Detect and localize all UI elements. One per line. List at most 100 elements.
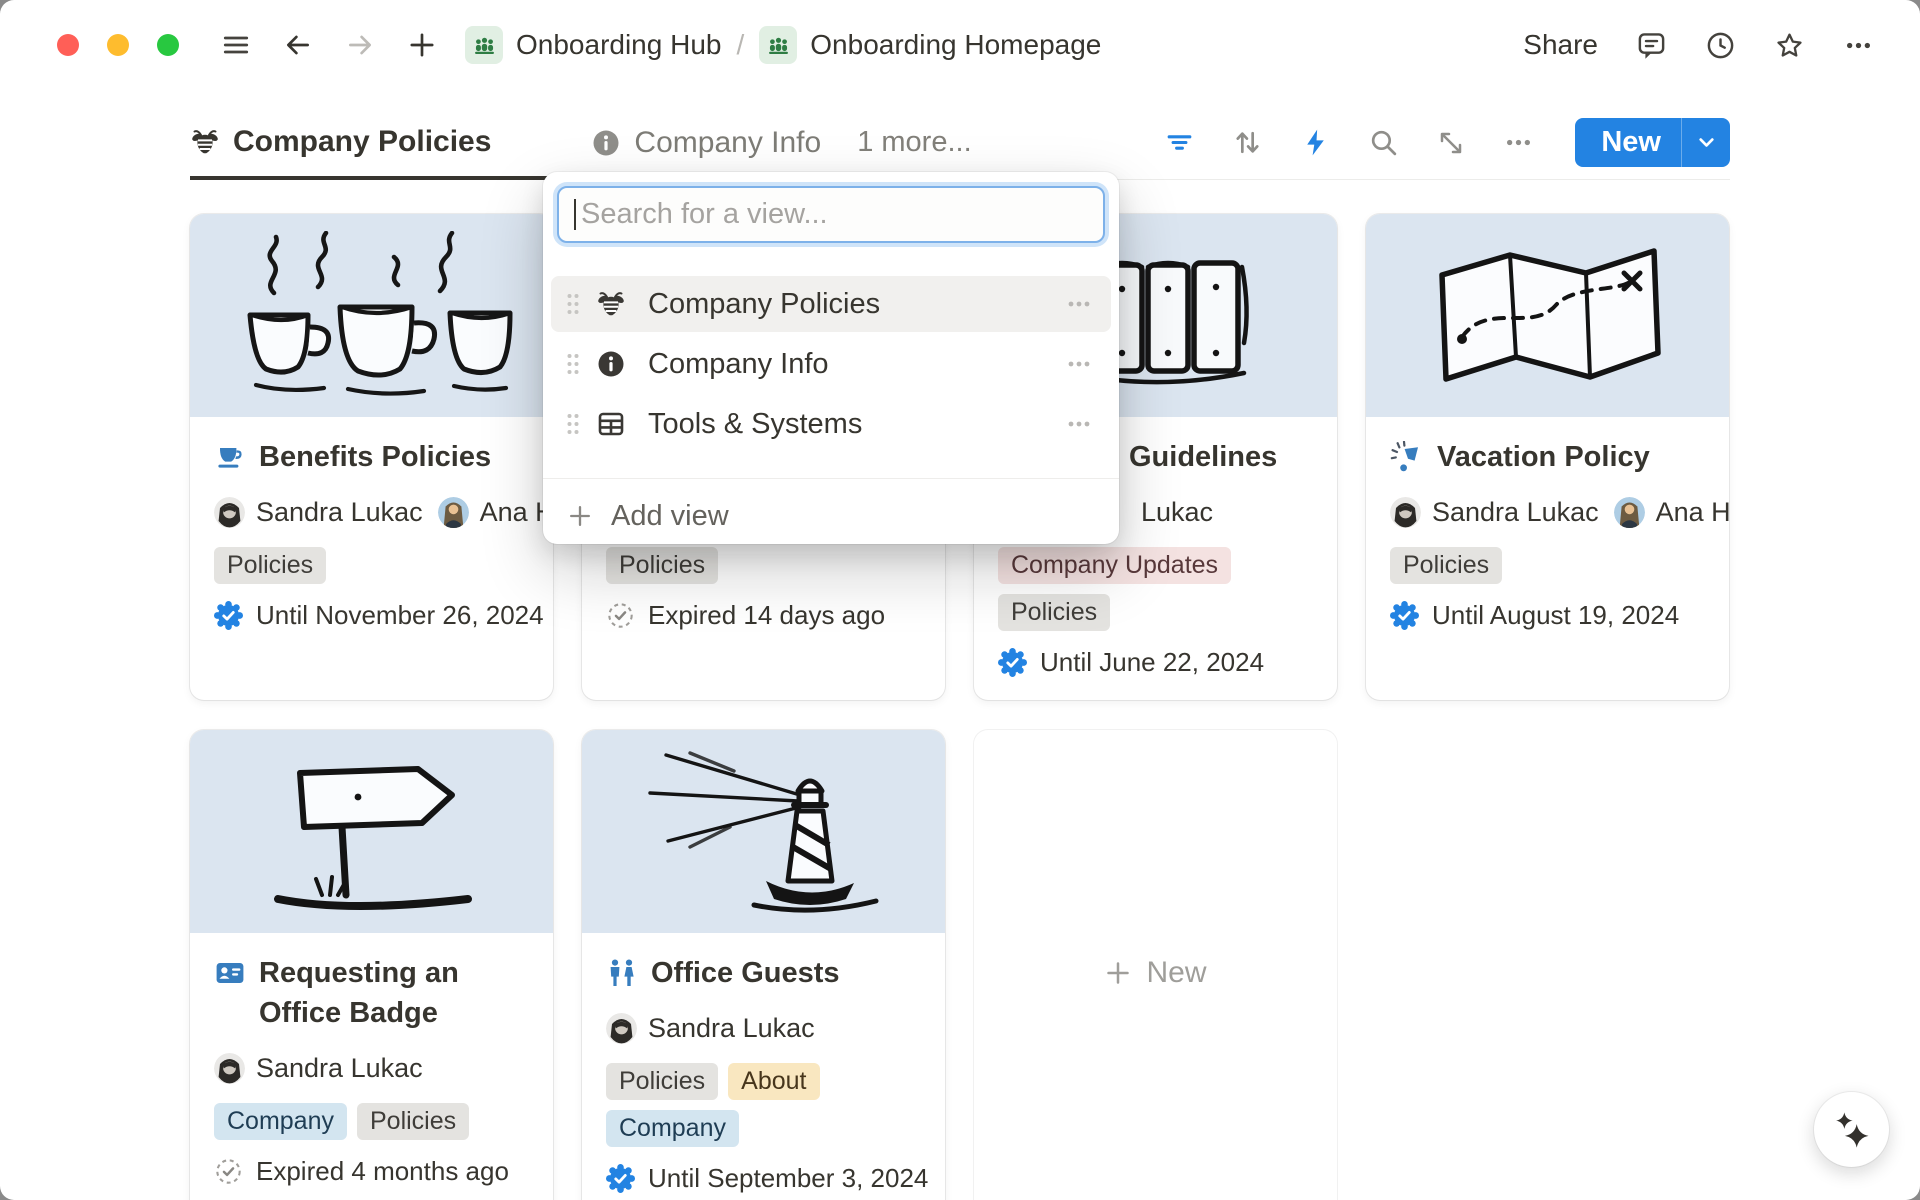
sort-button[interactable] <box>1232 127 1263 158</box>
new-page-button[interactable] <box>407 30 437 60</box>
bee-icon <box>190 127 220 157</box>
drag-handle-icon[interactable] <box>565 411 581 437</box>
map-illustration <box>1428 241 1668 391</box>
tag: Policies <box>606 547 718 584</box>
view-item-company-policies[interactable]: Company Policies <box>551 276 1111 332</box>
tag: Company <box>214 1103 347 1140</box>
card-cover-signpost-illustration <box>190 730 553 933</box>
card-title: Benefits Policies <box>259 437 491 477</box>
table-icon <box>596 409 626 439</box>
drag-handle-icon[interactable] <box>565 351 581 377</box>
search-view-button[interactable] <box>1368 127 1399 158</box>
ellipsis-icon <box>1065 410 1093 438</box>
person: Ana Hau <box>1614 497 1729 528</box>
tag: Policies <box>357 1103 469 1140</box>
breadcrumb-separator: / <box>736 29 744 61</box>
favorite-button[interactable] <box>1774 30 1805 61</box>
back-button[interactable] <box>283 30 313 60</box>
ellipsis-icon <box>1065 290 1093 318</box>
sort-arrows-icon <box>1232 127 1263 158</box>
new-card-placeholder[interactable]: New <box>974 730 1337 1200</box>
breadcrumb-item-homepage[interactable]: Onboarding Homepage <box>810 29 1101 61</box>
avatar-sandra <box>214 497 245 528</box>
view-options-button[interactable] <box>1503 127 1534 158</box>
lighthouse-illustration <box>614 747 914 917</box>
card-cover-lighthouse-illustration <box>582 730 945 933</box>
card-tags: Company Updates Policies <box>998 547 1323 631</box>
popover-divider <box>543 478 1119 479</box>
card-people: Sandra Lukac <box>214 1049 553 1087</box>
avatar-sandra <box>1390 497 1421 528</box>
view-item-more-button[interactable] <box>1061 346 1097 382</box>
person: Sandra Lukac <box>606 1013 815 1044</box>
drag-handle-icon[interactable] <box>565 291 581 317</box>
avatar-sandra <box>606 1013 637 1044</box>
add-view-button[interactable]: Add view <box>567 490 729 542</box>
search-icon <box>1368 127 1399 158</box>
filter-button[interactable] <box>1164 127 1195 158</box>
text-caret <box>574 199 576 230</box>
view-item-company-info[interactable]: Company Info <box>551 336 1111 392</box>
card-status: Until September 3, 2024 <box>606 1163 941 1194</box>
tab-company-policies[interactable]: Company Policies <box>190 107 555 180</box>
verified-badge-icon <box>214 601 243 630</box>
automations-button[interactable] <box>1300 127 1331 158</box>
view-list: Company Policies Company Info Tools & Sy… <box>551 276 1111 456</box>
person: Ana Ha <box>438 497 553 528</box>
card-vacation-policy[interactable]: Vacation Policy Sandra Lukac Ana Hau Pol… <box>1366 214 1729 700</box>
card-tags: Policies <box>606 547 931 584</box>
tab-company-info[interactable]: Company Info <box>591 106 821 179</box>
more-views-button[interactable]: 1 more... <box>857 126 971 159</box>
card-office-guests[interactable]: Office Guests Sandra Lukac Policies Abou… <box>582 730 945 1200</box>
card-title: Office Guests <box>651 953 840 993</box>
view-switcher-popover: Company Policies Company Info Tools & Sy… <box>543 172 1119 544</box>
share-button[interactable]: Share <box>1523 29 1598 61</box>
view-item-more-button[interactable] <box>1061 286 1097 322</box>
expand-view-button[interactable] <box>1436 128 1466 158</box>
person: Sandra Lukac <box>214 497 423 528</box>
card-office-badge[interactable]: Requesting an Office Badge Sandra Lukac … <box>190 730 553 1200</box>
ellipsis-icon <box>1065 350 1093 378</box>
app-window: Onboarding Hub / Onboarding Homepage Sha… <box>0 0 1920 1200</box>
tag: Company Updates <box>998 547 1231 584</box>
expired-check-icon <box>606 601 635 630</box>
new-button[interactable]: New <box>1575 118 1681 167</box>
view-item-more-button[interactable] <box>1061 406 1097 442</box>
hamburger-icon <box>221 30 251 60</box>
two-people-icon <box>606 957 638 989</box>
zoom-window-button[interactable] <box>157 34 179 56</box>
sidebar-menu-button[interactable] <box>221 30 251 60</box>
card-benefits-policies[interactable]: Benefits Policies Sandra Lukac Ana Ha Po… <box>190 214 553 700</box>
history-button[interactable] <box>1705 30 1736 61</box>
comments-button[interactable] <box>1636 30 1667 61</box>
info-icon <box>591 128 621 158</box>
ellipsis-icon <box>1843 30 1874 61</box>
close-window-button[interactable] <box>57 34 79 56</box>
tag: About <box>728 1063 819 1100</box>
card-people: Sandra Lukac Ana Hau <box>1390 493 1729 531</box>
breadcrumb: Onboarding Hub / Onboarding Homepage <box>465 26 1101 64</box>
chevron-down-icon <box>1693 129 1720 156</box>
tab-label: Company Info <box>634 126 821 160</box>
bee-icon <box>596 289 626 319</box>
view-item-tools-systems[interactable]: Tools & Systems <box>551 396 1111 452</box>
minimize-window-button[interactable] <box>107 34 129 56</box>
title-bar: Onboarding Hub / Onboarding Homepage Sha… <box>0 0 1920 90</box>
person: Sandra Lukac <box>214 1053 423 1084</box>
breadcrumb-item-hub[interactable]: Onboarding Hub <box>516 29 721 61</box>
signpost-illustration <box>242 747 502 917</box>
card-tags: Company Policies <box>214 1103 539 1140</box>
person: Sandra Lukac <box>1390 497 1599 528</box>
plus-icon <box>1104 959 1132 987</box>
card-people: Sandra Lukac <box>606 1009 945 1047</box>
window-controls <box>57 34 179 56</box>
new-button-dropdown[interactable] <box>1682 118 1730 167</box>
card-tags: Policies About Company <box>606 1063 931 1147</box>
forward-button[interactable] <box>345 30 375 60</box>
view-search-input[interactable] <box>557 186 1105 243</box>
ai-assistant-button[interactable] <box>1814 1092 1889 1167</box>
tag: Policies <box>1390 547 1502 584</box>
clock-icon <box>1705 30 1736 61</box>
page-more-button[interactable] <box>1843 30 1874 61</box>
tag: Policies <box>214 547 326 584</box>
